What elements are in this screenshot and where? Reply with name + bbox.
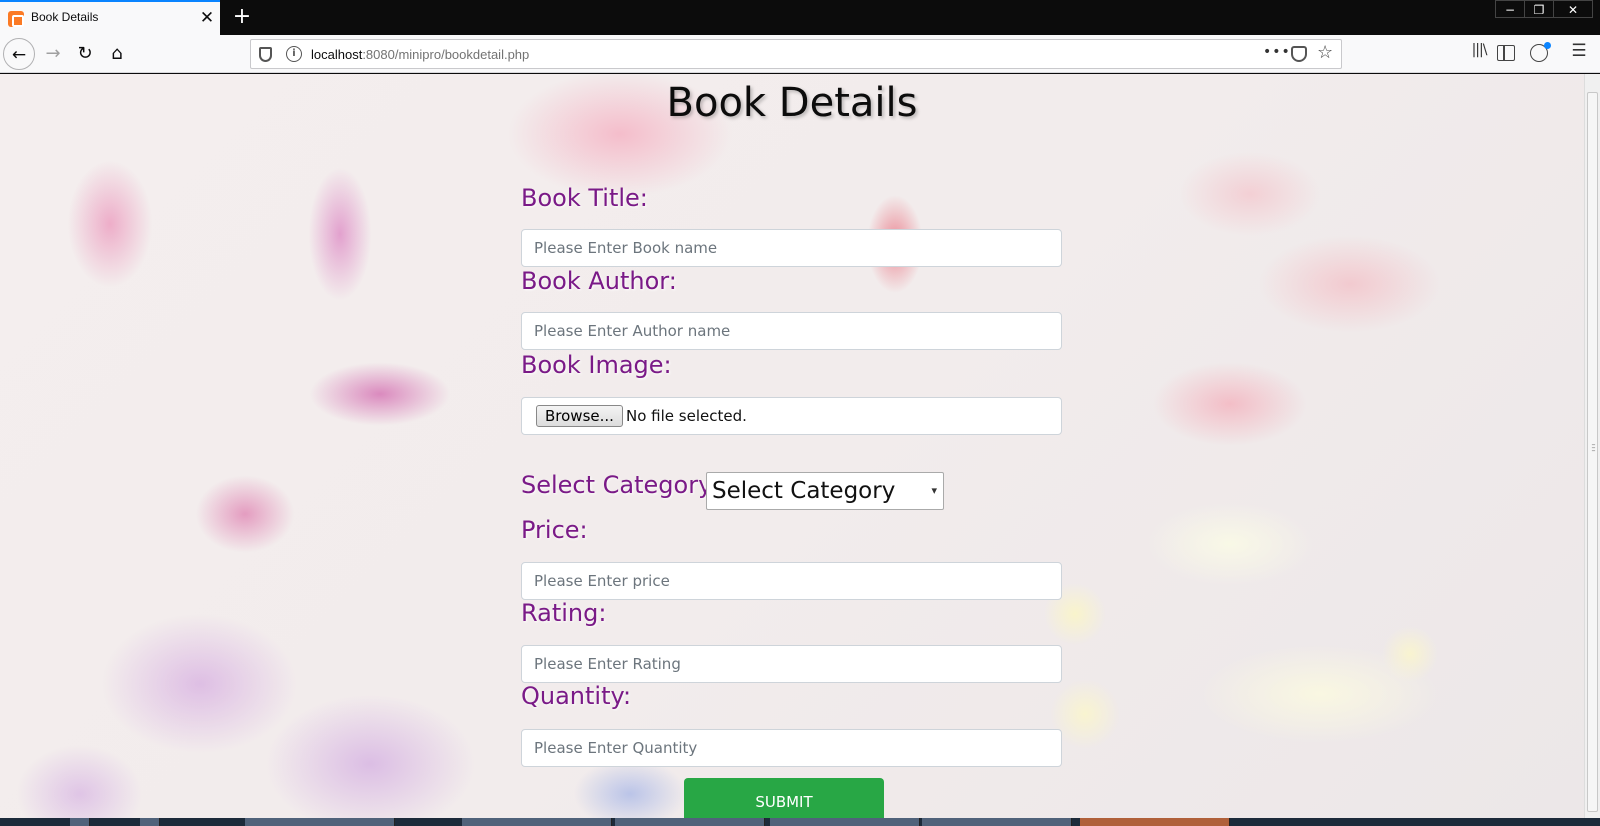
url-path: :8080/minipro/bookdetail.php [362,47,530,62]
page-title: Book Details [666,80,918,126]
price-input[interactable] [521,562,1062,600]
page-viewport: Book Details Book Title: Book Author: Bo… [0,74,1584,818]
taskbar-item[interactable] [1080,818,1230,826]
reload-button[interactable]: ↻ [69,38,101,70]
taskbar-item[interactable] [70,818,90,826]
home-button[interactable]: ⌂ [101,38,133,70]
taskbar-item[interactable] [245,818,395,826]
forward-button[interactable]: → [37,38,69,70]
category-select[interactable]: Select Category ▾ [706,472,944,510]
page-actions-icon[interactable]: ••• [1263,44,1291,60]
taskbar-item[interactable] [462,818,612,826]
scroll-grip-icon: – – – [1591,440,1596,455]
taskbar-item[interactable] [922,818,1072,826]
book-author-input[interactable] [521,312,1062,350]
os-taskbar [0,818,1600,826]
url-bar[interactable]: i localhost:8080/minipro/bookdetail.php … [250,39,1342,69]
tab-book-details[interactable]: Book Details ✕ [0,0,220,35]
window-close-button[interactable]: ✕ [1553,0,1593,18]
new-tab-button[interactable]: + [230,4,254,30]
rating-label: Rating: [521,599,607,627]
book-author-label: Book Author: [521,267,677,295]
back-button[interactable]: ← [3,38,35,70]
book-title-label: Book Title: [521,184,648,212]
navigation-toolbar: ← → ↻ ⌂ i localhost:8080/minipro/bookdet… [0,35,1600,73]
tab-close-icon[interactable]: ✕ [198,8,216,28]
submit-button[interactable]: SUBMIT [684,778,884,818]
url-host: localhost [311,47,363,62]
tracking-shield-icon[interactable] [259,47,272,62]
quantity-label: Quantity: [521,682,632,710]
file-status-text: No file selected. [626,407,747,425]
xampp-favicon-icon [8,11,24,27]
hamburger-menu-icon[interactable]: ☰ [1570,41,1588,63]
chevron-down-icon: ▾ [931,484,937,497]
taskbar-item[interactable] [615,818,765,826]
sidebar-toggle-icon[interactable] [1497,45,1515,61]
tab-strip: Book Details ✕ + − ❐ ✕ [0,0,1600,35]
scrollbar-thumb[interactable]: – – – [1587,92,1598,812]
bookmark-star-icon[interactable]: ☆ [1317,42,1333,63]
book-image-file-input[interactable]: Browse... No file selected. [521,397,1062,435]
library-icon[interactable]: |||\ [1468,42,1490,64]
quantity-input[interactable] [521,729,1062,767]
tab-title: Book Details [31,10,99,24]
price-label: Price: [521,516,588,544]
book-title-input[interactable] [521,229,1062,267]
pocket-icon[interactable] [1291,46,1307,62]
url-text[interactable]: localhost:8080/minipro/bookdetail.php [311,47,529,62]
vertical-scrollbar[interactable]: – – – [1584,74,1600,818]
browse-button[interactable]: Browse... [536,405,623,427]
category-selected-value: Select Category [712,478,896,504]
window-restore-button[interactable]: ❐ [1524,0,1554,18]
window-minimize-button[interactable]: − [1495,0,1525,18]
taskbar-item[interactable] [140,818,160,826]
book-image-label: Book Image: [521,351,672,379]
taskbar-item[interactable] [770,818,920,826]
category-label: Select Category: [521,471,719,499]
site-info-icon[interactable]: i [286,46,302,62]
account-notification-dot [1544,42,1551,49]
rating-input[interactable] [521,645,1062,683]
